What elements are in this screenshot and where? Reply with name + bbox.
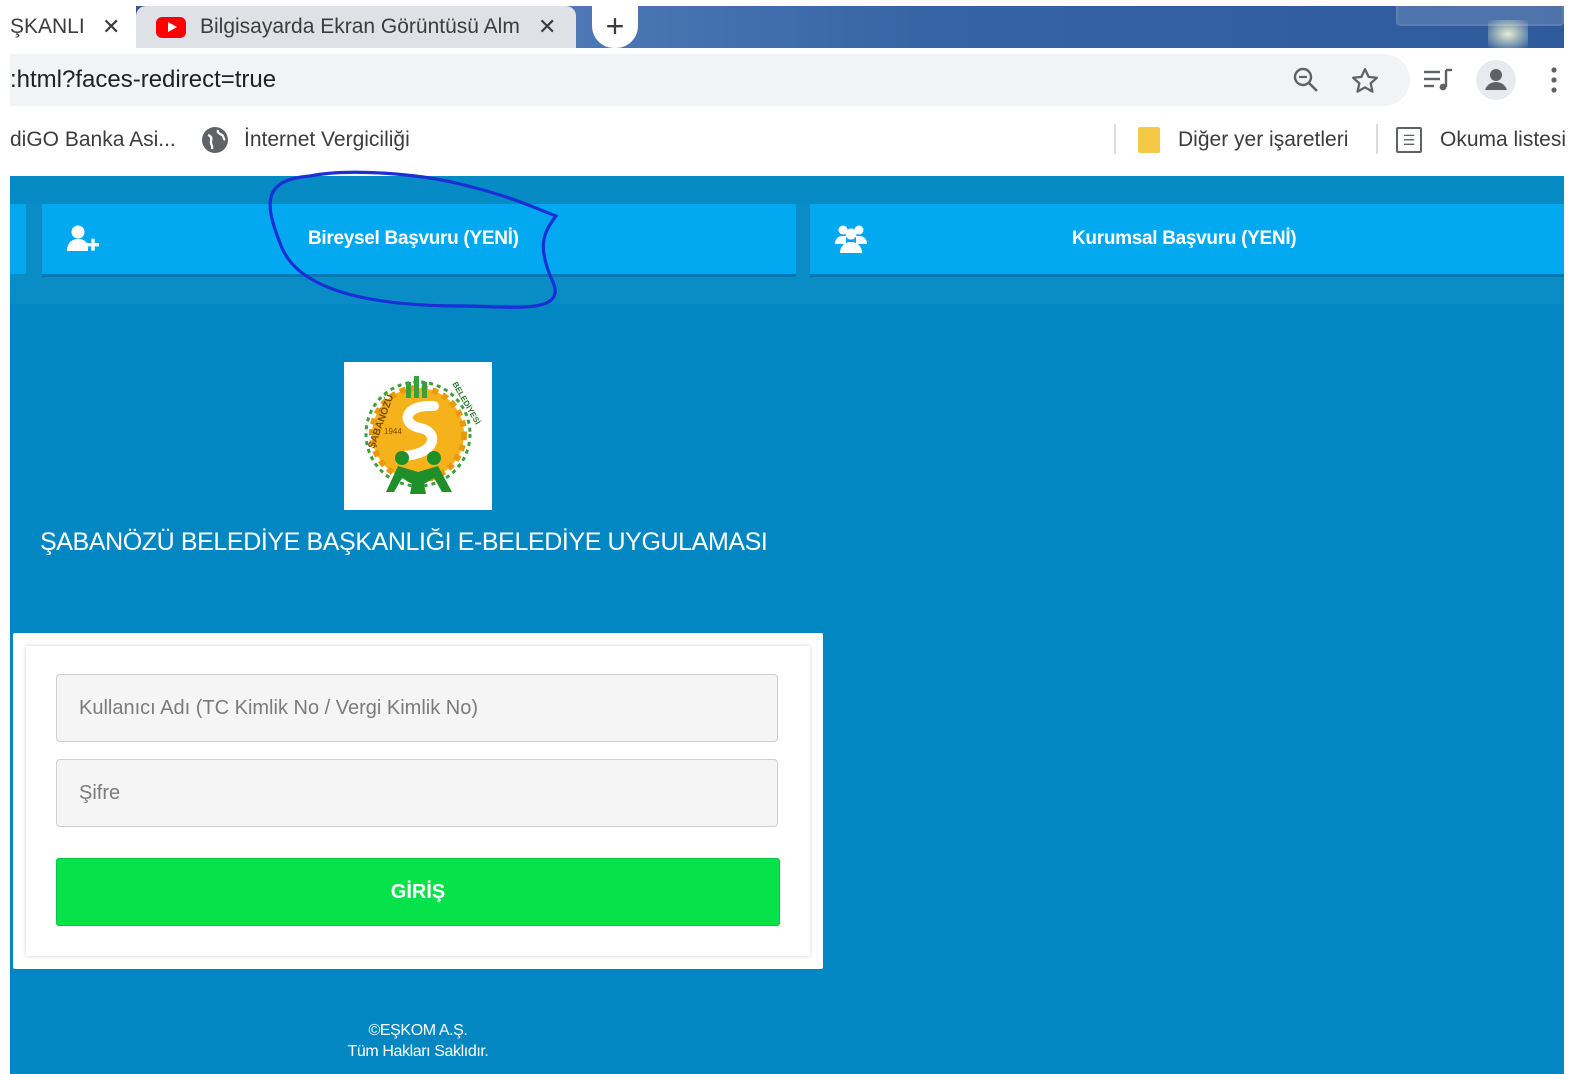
- bookmark-digo-banka[interactable]: diGO Banka Asi...: [10, 116, 176, 164]
- page-top-band: [10, 176, 1564, 204]
- bookmark-reading-list[interactable]: ☰ Okuma listesi: [1396, 116, 1566, 164]
- bookmark-label: Okuma listesi: [1440, 128, 1567, 151]
- new-tab-button[interactable]: +: [592, 6, 638, 48]
- browser-toolbar: :html?faces-redirect=true: [10, 48, 1564, 116]
- kebab-menu-icon[interactable]: [1550, 66, 1558, 102]
- window-controls[interactable]: [1396, 6, 1564, 26]
- tab-title: ŞKANLIĞ: [10, 15, 84, 38]
- page-content: Bireysel Başvuru (YENİ) Kurumsal Başvuru…: [10, 170, 1564, 1074]
- nav-label: Kurumsal Başvuru (YENİ): [1072, 228, 1297, 249]
- users-group-icon: [834, 224, 868, 260]
- close-icon[interactable]: ✕: [538, 14, 556, 40]
- application-nav: Bireysel Başvuru (YENİ) Kurumsal Başvuru…: [10, 204, 1564, 304]
- login-form: GİRİŞ: [26, 646, 810, 956]
- username-input[interactable]: [56, 674, 778, 742]
- logo-year: 1944: [384, 427, 402, 436]
- bookmark-other-bookmarks[interactable]: Diğer yer işaretleri: [1138, 116, 1348, 164]
- password-input[interactable]: [56, 759, 778, 827]
- footer-rights: Tüm Hakları Saklıdır.: [347, 1043, 489, 1060]
- nav-label: Bireysel Başvuru (YENİ): [308, 228, 519, 249]
- youtube-icon: [156, 16, 186, 38]
- address-bar[interactable]: :html?faces-redirect=true: [10, 54, 1410, 106]
- page-title: ŞABANÖZÜ BELEDİYE BAŞKANLIĞI E-BELEDİYE …: [40, 528, 768, 556]
- browser-chrome: ŞKANLIĞ ✕ Bilgisayarda Ekran Görüntüsü A…: [10, 0, 1566, 176]
- bookmark-label: Diğer yer işaretleri: [1178, 128, 1349, 151]
- bookmark-internet-vergiciligi[interactable]: İnternet Vergiciliği: [202, 116, 410, 164]
- bookmark-divider: [1114, 124, 1116, 154]
- url-text: :html?faces-redirect=true: [10, 66, 277, 93]
- tab-title: Bilgisayarda Ekran Görüntüsü Alma: [200, 15, 520, 38]
- bookmark-star-icon[interactable]: [1350, 66, 1380, 102]
- corporate-application-button[interactable]: Kurumsal Başvuru (YENİ): [810, 204, 1564, 274]
- individual-application-button[interactable]: Bireysel Başvuru (YENİ): [42, 204, 796, 274]
- bookmark-divider: [1376, 124, 1378, 154]
- login-panel: GİRİŞ: [13, 633, 823, 969]
- tab-sabanozu[interactable]: ŞKANLIĞ ✕: [10, 6, 136, 48]
- tab-youtube[interactable]: Bilgisayarda Ekran Görüntüsü Alma ✕: [136, 6, 576, 48]
- folder-icon: [1138, 127, 1160, 153]
- login-button[interactable]: GİRİŞ: [56, 858, 780, 926]
- footer: ©EŞKOM A.Ş. Tüm Hakları Saklıdır.: [318, 1020, 518, 1062]
- background-glow: [1488, 20, 1528, 48]
- bookmark-label: İnternet Vergiciliği: [244, 128, 410, 151]
- media-list-icon[interactable]: [1422, 66, 1454, 100]
- globe-icon: [202, 127, 228, 153]
- footer-copyright: ©EŞKOM A.Ş.: [368, 1022, 468, 1039]
- profile-avatar-icon[interactable]: [1476, 60, 1516, 100]
- bookmark-label: diGO Banka Asi...: [10, 128, 176, 151]
- add-user-icon: [66, 224, 100, 260]
- municipality-logo: 1944 ŞABANÖZÜ BELEDİYESİ: [344, 362, 492, 510]
- bookmarks-bar: diGO Banka Asi... İnternet Vergiciliği D…: [10, 116, 1566, 174]
- nav-left-edge: [10, 204, 26, 274]
- reading-list-icon: ☰: [1396, 127, 1422, 153]
- zoom-icon[interactable]: [1292, 66, 1320, 100]
- tab-strip: ŞKANLIĞ ✕ Bilgisayarda Ekran Görüntüsü A…: [10, 6, 1564, 48]
- close-icon[interactable]: ✕: [102, 14, 120, 40]
